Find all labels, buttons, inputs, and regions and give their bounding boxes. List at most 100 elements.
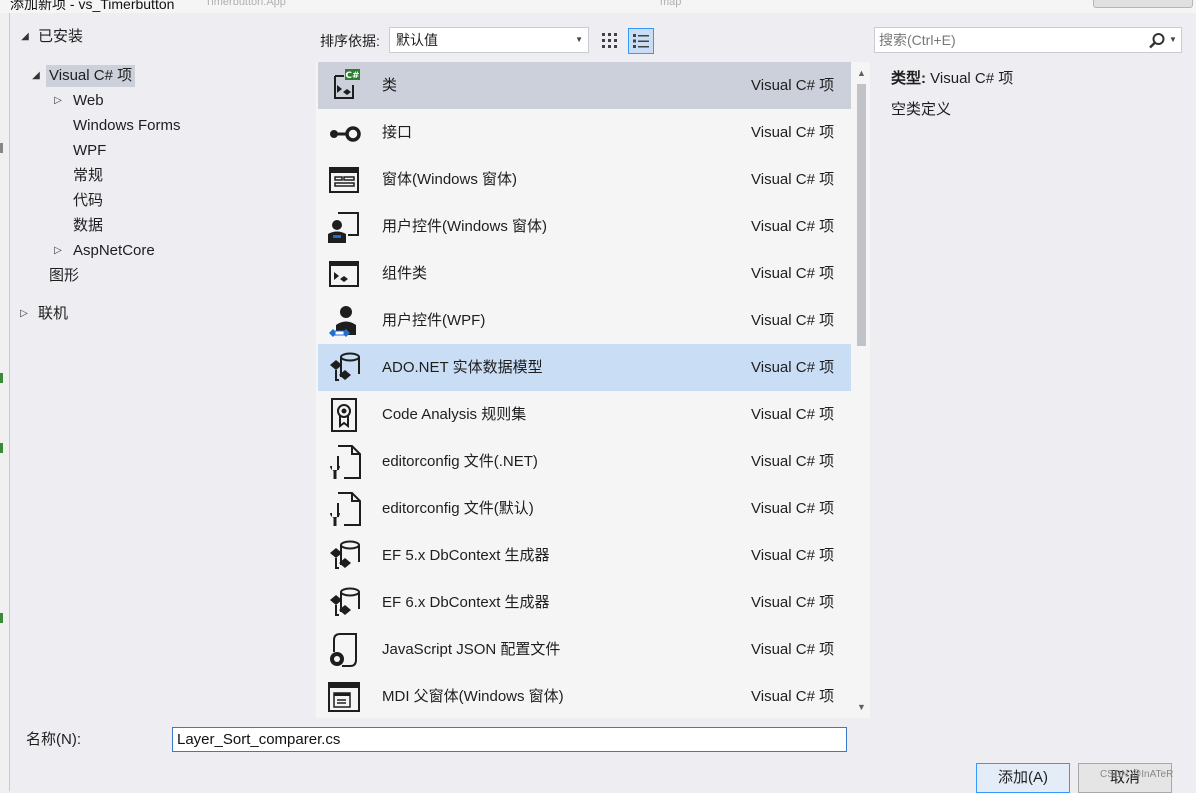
list-scrollbar[interactable]: ▲ ▼ [853, 62, 870, 718]
json-config-icon [330, 633, 357, 667]
tree-node-web[interactable]: Web [73, 90, 104, 112]
tree-node-code[interactable]: 代码 [73, 190, 103, 212]
config-file-icon [330, 492, 361, 526]
background-tab-text: Timerbutton.App [205, 0, 286, 8]
wpf-user-control-icon [329, 306, 356, 337]
name-label: 名称(N): [26, 731, 81, 748]
window-title: 添加新项 - vs_Timerbutton [10, 0, 175, 12]
expanded-arrow-icon[interactable]: ◢ [19, 26, 31, 48]
user-control-icon [328, 212, 359, 243]
svg-text:C#: C# [345, 71, 359, 81]
list-item[interactable]: 接口 Visual C# 项 [318, 109, 851, 156]
scroll-up-icon[interactable]: ▲ [857, 68, 866, 78]
item-name: Code Analysis 规则集 [382, 406, 527, 423]
form-icon [329, 167, 359, 193]
detail-description: 空类定义 [891, 101, 952, 118]
item-name: 窗体(Windows 窗体) [382, 171, 518, 188]
ruleset-icon [331, 398, 357, 432]
collapsed-arrow-icon[interactable]: ▷ [52, 90, 64, 112]
dbcontext-icon [330, 587, 360, 616]
template-list: C# 类 Visual C# 项 接口 Visual C# 项 窗体(Windo… [316, 62, 870, 718]
item-name: EF 5.x DbContext 生成器 [382, 547, 550, 564]
tree-node-wpf[interactable]: WPF [73, 140, 106, 162]
left-edge [0, 13, 10, 791]
item-type: Visual C# 项 [751, 500, 835, 517]
sort-dropdown[interactable]: 默认值 ▼ [389, 27, 589, 53]
list-item[interactable]: editorconfig 文件(.NET) Visual C# 项 [318, 438, 851, 485]
item-name: editorconfig 文件(默认) [382, 500, 534, 517]
item-type: Visual C# 项 [751, 359, 835, 376]
list-item[interactable]: JavaScript JSON 配置文件 Visual C# 项 [318, 626, 851, 673]
tree-node-installed[interactable]: 已安装 [38, 26, 83, 48]
item-name: JavaScript JSON 配置文件 [382, 641, 561, 658]
edge-marker [0, 613, 3, 623]
list-item[interactable]: EF 6.x DbContext 生成器 Visual C# 项 [318, 579, 851, 626]
interface-icon [330, 126, 361, 142]
chevron-down-icon: ▼ [575, 35, 583, 44]
list-item[interactable]: 用户控件(WPF) Visual C# 项 [318, 297, 851, 344]
item-name: EF 6.x DbContext 生成器 [382, 594, 550, 611]
list-item[interactable]: Code Analysis 规则集 Visual C# 项 [318, 391, 851, 438]
item-name: 组件类 [382, 265, 428, 282]
item-type: Visual C# 项 [751, 312, 835, 329]
item-type: Visual C# 项 [751, 547, 835, 564]
chevron-down-icon[interactable]: ▼ [1169, 28, 1177, 52]
item-name: ADO.NET 实体数据模型 [382, 359, 543, 376]
sort-label: 排序依据: [320, 33, 380, 49]
list-item[interactable]: 组件类 Visual C# 项 [318, 250, 851, 297]
list-item[interactable]: 窗体(Windows 窗体) Visual C# 项 [318, 156, 851, 203]
edge-marker [0, 443, 3, 453]
list-item[interactable]: C# 类 Visual C# 项 [318, 62, 851, 109]
search-box[interactable]: ▼ [874, 27, 1182, 53]
expanded-arrow-icon[interactable]: ◢ [30, 65, 42, 87]
search-input[interactable] [875, 28, 1130, 52]
watermark: CSDN @InATeR [1100, 769, 1174, 780]
item-name: editorconfig 文件(.NET) [382, 453, 538, 470]
collapsed-arrow-icon[interactable]: ▷ [52, 240, 64, 262]
tree-node-visual-csharp[interactable]: Visual C# 项 [46, 65, 136, 87]
name-field-box[interactable] [172, 727, 847, 752]
list-item[interactable]: editorconfig 文件(默认) Visual C# 项 [318, 485, 851, 532]
item-name: 用户控件(WPF) [382, 312, 486, 329]
list-item[interactable]: 用户控件(Windows 窗体) Visual C# 项 [318, 203, 851, 250]
list-item[interactable]: EF 5.x DbContext 生成器 Visual C# 项 [318, 532, 851, 579]
item-type: Visual C# 项 [751, 641, 835, 658]
name-field[interactable] [173, 728, 846, 751]
close-button[interactable] [1093, 0, 1193, 8]
list-item[interactable]: MDI 父窗体(Windows 窗体) Visual C# 项 [318, 673, 851, 718]
tree-node-aspnetcore[interactable]: AspNetCore [73, 240, 155, 262]
tree-node-general[interactable]: 常规 [73, 165, 103, 187]
component-icon [329, 261, 359, 287]
mdi-form-icon [328, 682, 360, 712]
item-type: Visual C# 项 [751, 171, 835, 188]
item-type: Visual C# 项 [751, 124, 835, 141]
sort-dropdown-value: 默认值 [396, 32, 438, 48]
list-view-button[interactable] [628, 28, 654, 54]
detail-type-label: 类型: [891, 70, 926, 87]
class-icon: C# [334, 69, 360, 99]
item-type: Visual C# 项 [751, 688, 835, 705]
add-button[interactable]: 添加(A) [976, 763, 1070, 793]
detail-type-value: Visual C# 项 [930, 70, 1014, 87]
scrollbar-thumb[interactable] [857, 84, 866, 346]
collapsed-arrow-icon[interactable]: ▷ [18, 303, 30, 325]
search-icon[interactable] [1147, 31, 1167, 51]
config-file-icon [330, 445, 361, 479]
item-name: 用户控件(Windows 窗体) [382, 218, 548, 235]
tree-node-online[interactable]: 联机 [38, 303, 68, 325]
tree-node-data[interactable]: 数据 [73, 215, 103, 237]
edge-marker [0, 143, 3, 153]
grid-view-button[interactable] [597, 28, 623, 54]
detail-type: 类型: Visual C# 项 [891, 69, 1013, 89]
scroll-down-icon[interactable]: ▼ [857, 702, 866, 712]
item-type: Visual C# 项 [751, 453, 835, 470]
item-type: Visual C# 项 [751, 594, 835, 611]
item-type: Visual C# 项 [751, 265, 835, 282]
tree-node-graphics[interactable]: 图形 [49, 265, 79, 287]
list-view-icon [633, 34, 649, 48]
tree-node-windows-forms[interactable]: Windows Forms [73, 115, 181, 137]
edge-marker [0, 373, 3, 383]
entity-model-icon [330, 352, 360, 381]
item-name: 接口 [382, 124, 413, 141]
list-item[interactable]: ADO.NET 实体数据模型 Visual C# 项 [318, 344, 851, 391]
